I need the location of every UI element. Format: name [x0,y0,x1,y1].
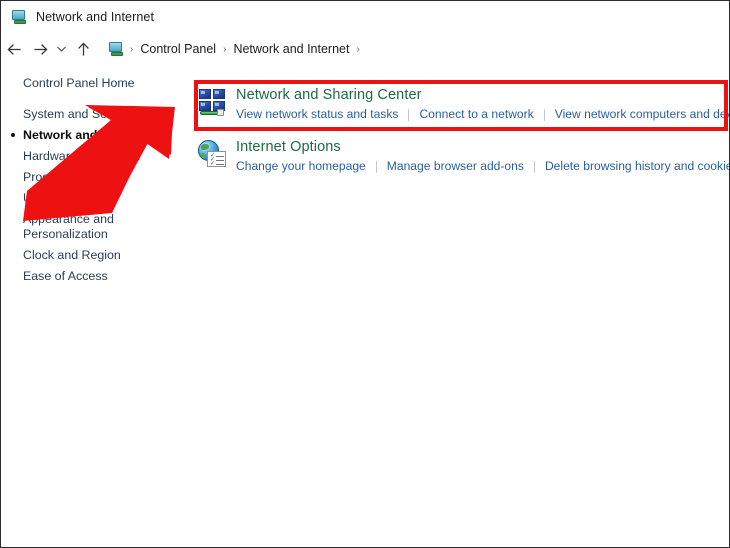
category-title-internet-options[interactable]: Internet Options [236,138,729,156]
sidebar-item-user-accounts[interactable]: User Accounts [23,188,191,209]
link-manage-browser-add-ons[interactable]: Manage browser add-ons [387,159,524,174]
forward-arrow-icon[interactable] [27,36,53,62]
link-view-network-computers-and-devices[interactable]: View network computers and devices [555,107,729,122]
sidebar-item-hardware-and-sound[interactable]: Hardware and Sound [23,146,191,167]
sidebar-item-network-and-internet[interactable]: Network and Internet [11,125,191,146]
link-separator [543,108,545,121]
category-network-and-sharing-center: Network and Sharing Center View network … [198,81,729,133]
category-body: Network and Sharing Center View network … [236,85,729,122]
breadcrumb-separator-2[interactable]: › [351,44,364,55]
link-separator [408,108,410,121]
category-body: Internet Options Change your homepage Ma… [236,137,729,174]
network-sharing-center-icon[interactable] [198,88,228,117]
link-separator [533,160,535,173]
sidebar-item-programs[interactable]: Programs [23,167,191,188]
sidebar-item-appearance-and-personalization[interactable]: Appearance and Personalization [23,209,143,245]
navigation-bar: › Control Panel › Network and Internet › [1,32,729,66]
sidebar-item-ease-of-access[interactable]: Ease of Access [23,266,191,287]
category-internet-options: ✓ ✓ ✓ Internet Options Change your homep… [198,133,729,185]
sidebar-item-control-panel-home[interactable]: Control Panel Home [23,73,191,94]
chevron-down-icon[interactable] [53,36,70,62]
up-arrow-icon[interactable] [70,36,96,62]
link-view-network-status-and-tasks[interactable]: View network status and tasks [236,107,398,122]
link-separator [375,160,377,173]
breadcrumb-separator-0: › [130,43,134,55]
category-list: Network and Sharing Center View network … [198,81,729,185]
breadcrumb-item-control-panel[interactable]: Control Panel [138,42,218,56]
sidebar-item-system-and-security[interactable]: System and Security [23,104,191,125]
sidebar: Control Panel Home System and Security N… [1,73,191,287]
link-change-your-homepage[interactable]: Change your homepage [236,159,366,174]
category-icon-wrap: ✓ ✓ ✓ [198,137,236,169]
category-links: Change your homepage Manage browser add-… [236,159,729,174]
current-item-bullet-icon [11,133,15,137]
breadcrumb-network-icon [108,41,125,57]
sidebar-item-label: Network and Internet [23,128,147,142]
network-monitor-icon [11,9,28,25]
internet-options-icon[interactable]: ✓ ✓ ✓ [198,140,228,169]
category-links: View network status and tasks Connect to… [236,107,729,122]
sidebar-item-clock-and-region[interactable]: Clock and Region [23,245,191,266]
link-connect-to-a-network[interactable]: Connect to a network [419,107,533,122]
back-arrow-icon[interactable] [1,36,27,62]
category-title-network-and-sharing-center[interactable]: Network and Sharing Center [236,86,729,104]
breadcrumb[interactable]: › Control Panel › Network and Internet › [102,37,372,61]
control-panel-window: Network and Internet › Control Panel › N… [0,0,730,548]
category-icon-wrap [198,85,236,117]
link-delete-browsing-history-and-cookies[interactable]: Delete browsing history and cookies [545,159,729,174]
window-title: Network and Internet [36,9,155,24]
window-title-bar: Network and Internet [1,1,729,32]
breadcrumb-separator-1: › [223,43,227,55]
breadcrumb-item-network-and-internet[interactable]: Network and Internet [231,42,351,56]
